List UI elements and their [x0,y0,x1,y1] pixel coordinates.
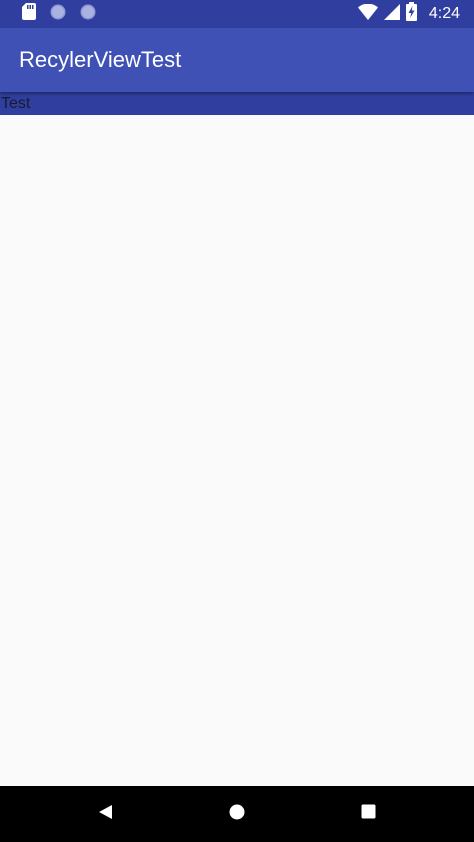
back-icon [98,804,114,825]
sd-card-icon [22,3,36,25]
app-toolbar: RecylerViewTest [0,28,474,92]
list-item-text: Test [1,95,31,112]
wifi-icon [357,3,378,25]
back-button[interactable] [91,799,121,829]
list-item[interactable]: Test [0,92,474,115]
battery-charging-icon [405,2,417,26]
status-bar-system-icons: 4:24 [357,2,460,26]
home-icon [229,804,245,825]
home-button[interactable] [222,799,252,829]
status-bar-notifications [22,3,96,25]
app-title: RecylerViewTest [19,47,182,72]
status-clock: 4:24 [428,5,460,22]
app-screen: 4:24 RecylerViewTest Test [0,0,474,842]
status-bar: 4:24 [0,0,474,28]
notification-dot-icon [50,4,66,25]
system-navigation-bar [0,786,474,842]
recents-icon [361,804,376,824]
recents-button[interactable] [353,799,383,829]
cellular-signal-icon [383,3,400,25]
notification-dot-icon [80,4,96,25]
